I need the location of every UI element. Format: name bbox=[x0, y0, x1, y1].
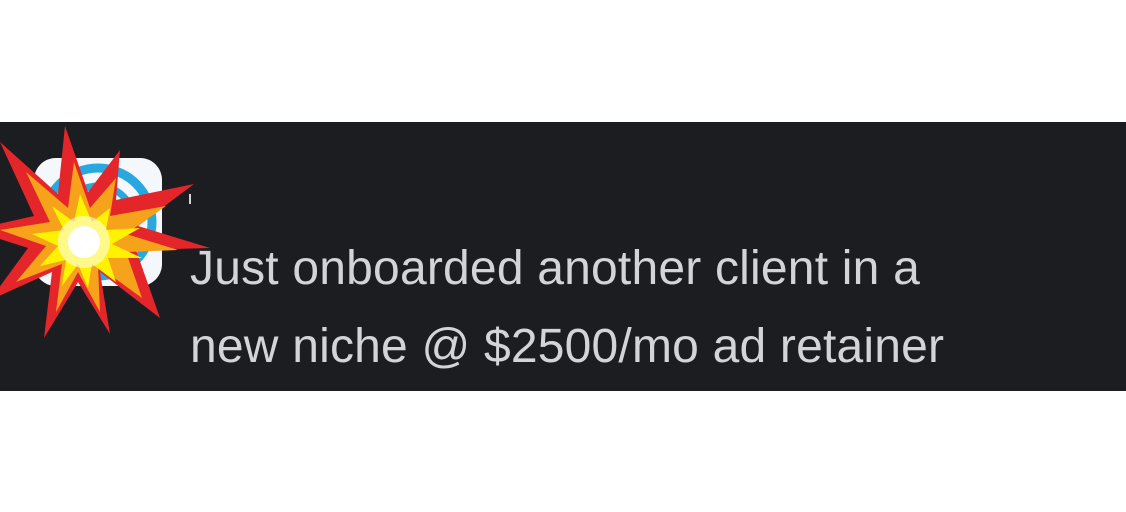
message-banner: Just onboarded another client in a new n… bbox=[0, 122, 1126, 391]
message-text: Just onboarded another client in a new n… bbox=[190, 242, 945, 373]
collision-burst-icon bbox=[0, 126, 210, 338]
text-cursor bbox=[189, 194, 191, 204]
